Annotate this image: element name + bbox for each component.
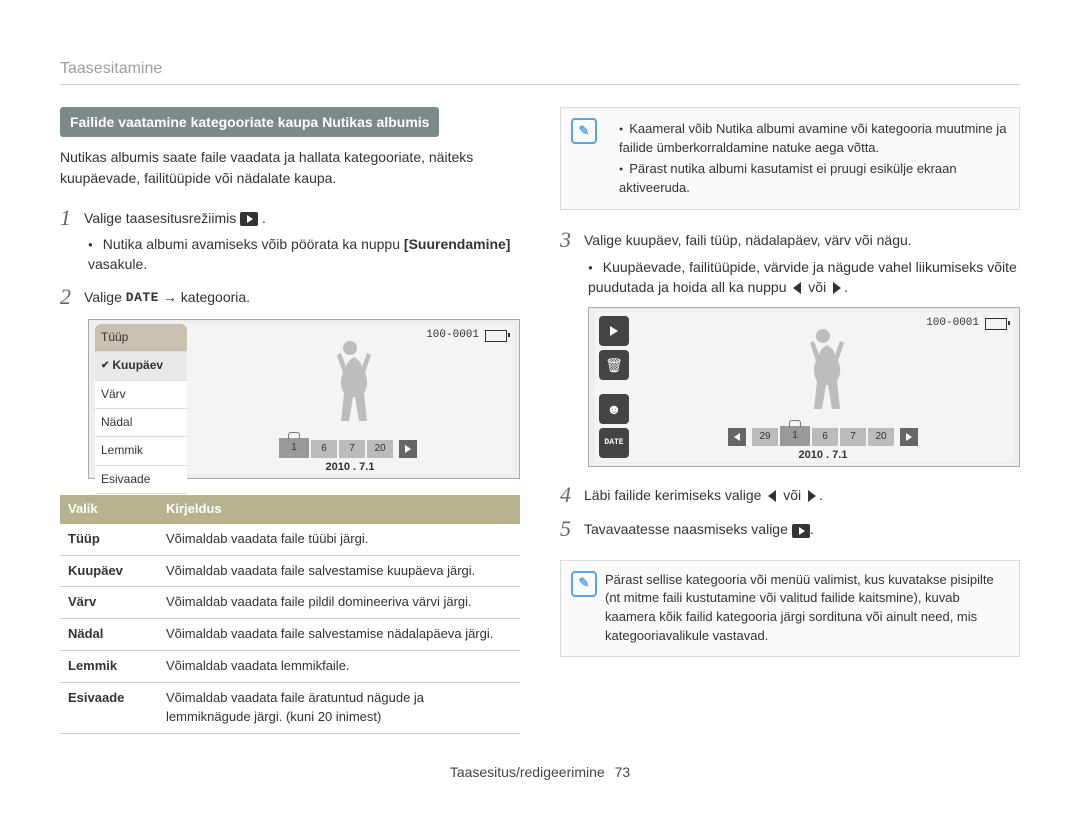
step-2-text-b: → kategooria. xyxy=(163,289,250,305)
note1-line2: Pärast nutika albumi kasutamist ei pruug… xyxy=(619,160,1007,198)
step-1-sub-c: vasakule. xyxy=(88,256,147,272)
right-arrow-icon xyxy=(830,281,844,295)
thumb[interactable]: 7 xyxy=(840,428,866,446)
step-1: 1 Valige taasesitusrežiimis . xyxy=(60,206,520,230)
note-box-2: ✎ Pärast sellise kategooria või menüü va… xyxy=(560,560,1020,657)
prev-chevron-icon[interactable] xyxy=(728,428,746,446)
thumb-active[interactable]: 1 xyxy=(279,438,309,458)
note2-text: Pärast sellise kategooria või menüü vali… xyxy=(605,571,1007,646)
left-column: Failide vaatamine kategooriate kaupa Nut… xyxy=(60,107,520,734)
step-3: 3 Valige kuupäev, faili tüüp, nädalapäev… xyxy=(560,228,1020,252)
step-4-num: 4 xyxy=(560,483,584,507)
left-arrow-icon-2 xyxy=(765,489,779,503)
table-row: LemmikVõimaldab vaadata lemmikfaile. xyxy=(60,651,520,683)
menu-item-tuup[interactable]: Tüüp xyxy=(95,324,187,352)
menu-item-kuupaev[interactable]: Kuupäev xyxy=(95,352,187,380)
thumb[interactable]: 6 xyxy=(311,440,337,458)
file-counter-2: 100-0001 xyxy=(926,316,1007,332)
menu-item-varv[interactable]: Värv xyxy=(95,381,187,409)
page-number: 73 xyxy=(615,764,631,780)
preview-silhouette-2 xyxy=(793,324,853,419)
battery-icon xyxy=(485,330,507,342)
step-3-sub-c: . xyxy=(844,279,848,295)
note-box-1: ✎ Kaameral võib Nutika albumi avamine võ… xyxy=(560,107,1020,210)
step-5-num: 5 xyxy=(560,517,584,541)
options-table: Valik Kirjeldus TüüpVõimaldab vaadata fa… xyxy=(60,495,520,734)
device-screenshot-1: Tüüp Kuupäev Värv Nädal Lemmik Esivaade … xyxy=(88,319,520,479)
left-arrow-icon xyxy=(790,281,804,295)
step-4-text-c: . xyxy=(819,487,823,503)
step-3-text: Valige kuupäev, faili tüüp, nädalapäev, … xyxy=(584,228,1020,250)
device-screenshot-2: 🗑 ☻ DATE 100-0001 xyxy=(588,307,1020,467)
thumb[interactable]: 6 xyxy=(812,428,838,446)
step-1-sub-a: Nutika albumi avamiseks võib pöörata ka … xyxy=(103,236,404,252)
menu-item-esivaade[interactable]: Esivaade xyxy=(95,466,187,494)
battery-icon-2 xyxy=(985,318,1007,330)
step-2: 2 Valige DATE → kategooria. xyxy=(60,285,520,309)
header-rule xyxy=(60,84,1020,85)
step-5: 5 Tavavaatesse naasmiseks valige . xyxy=(560,517,1020,541)
step-3-num: 3 xyxy=(560,228,584,252)
intro-text: Nutikas albumis saate faile vaadata ja h… xyxy=(60,147,520,188)
th-kirjeldus: Kirjeldus xyxy=(158,495,520,524)
next-chevron-icon-2[interactable] xyxy=(900,428,918,446)
subsection-badge: Failide vaatamine kategooriate kaupa Nut… xyxy=(60,107,439,137)
table-row: KuupäevVõimaldab vaadata faile salvestam… xyxy=(60,555,520,587)
step-5-text-a: Tavavaatesse naasmiseks valige xyxy=(584,521,792,537)
step-4-text-a: Läbi failide kerimiseks valige xyxy=(584,487,765,503)
step-5-text-b: . xyxy=(810,521,814,537)
thumb[interactable]: 20 xyxy=(868,428,894,446)
step-1-text-b: . xyxy=(262,210,266,226)
step-1-sub-b: [Suurendamine] xyxy=(404,236,511,252)
playback-icon-2 xyxy=(792,524,810,538)
step-4-text-b: või xyxy=(779,487,805,503)
page-header: Taasesitamine xyxy=(60,60,1020,78)
thumb[interactable]: 7 xyxy=(339,440,365,458)
preview-silhouette xyxy=(320,336,380,431)
footer-label: Taasesitus/redigeerimine xyxy=(450,764,605,780)
thumb[interactable]: 20 xyxy=(367,440,393,458)
table-row: EsivaadeVõimaldab vaadata faile äratuntu… xyxy=(60,682,520,733)
side-toolbar: 🗑 ☻ DATE xyxy=(595,312,633,462)
sidebar-trash-icon[interactable]: 🗑 xyxy=(599,350,629,380)
step-4: 4 Läbi failide kerimiseks valige või . xyxy=(560,483,1020,507)
sidebar-face-icon[interactable]: ☻ xyxy=(599,394,629,424)
menu-item-nadal[interactable]: Nädal xyxy=(95,409,187,437)
step-1-num: 1 xyxy=(60,206,84,230)
step-1-text-a: Valige taasesitusrežiimis xyxy=(84,210,240,226)
date-label-2: 2010 . 7.1 xyxy=(799,448,848,464)
table-row: TüüpVõimaldab vaadata faile tüübi järgi. xyxy=(60,524,520,555)
playback-icon xyxy=(240,212,258,226)
step-3-sub-b: või xyxy=(804,279,830,295)
table-row: NädalVõimaldab vaadata faile salvestamis… xyxy=(60,619,520,651)
step-3-sub: Kuupäevade, failitüüpide, värvide ja näg… xyxy=(588,257,1020,298)
counter-text-2: 100-0001 xyxy=(926,316,979,332)
date-label: 2010 . 7.1 xyxy=(326,460,375,476)
step-2-num: 2 xyxy=(60,285,84,309)
thumb[interactable]: 29 xyxy=(752,428,778,446)
category-menu: Tüüp Kuupäev Värv Nädal Lemmik Esivaade xyxy=(95,324,187,474)
step-1-sub: Nutika albumi avamiseks võib pöörata ka … xyxy=(88,234,520,275)
menu-item-lemmik[interactable]: Lemmik xyxy=(95,437,187,465)
step-2-text-a: Valige xyxy=(84,289,126,305)
date-glyph: DATE xyxy=(126,290,159,305)
info-icon: ✎ xyxy=(571,118,597,144)
sidebar-play-icon[interactable] xyxy=(599,316,629,346)
page-footer: Taasesitus/redigeerimine 73 xyxy=(60,764,1020,780)
counter-text: 100-0001 xyxy=(426,328,479,344)
right-column: ✎ Kaameral võib Nutika albumi avamine võ… xyxy=(560,107,1020,734)
th-valik: Valik xyxy=(60,495,158,524)
info-icon-2: ✎ xyxy=(571,571,597,597)
file-counter: 100-0001 xyxy=(426,328,507,344)
note1-line1: Kaameral võib Nutika albumi avamine või … xyxy=(619,120,1007,158)
table-row: VärvVõimaldab vaadata faile pildil domin… xyxy=(60,587,520,619)
sidebar-date-icon[interactable]: DATE xyxy=(599,428,629,458)
right-arrow-icon-2 xyxy=(805,489,819,503)
next-chevron-icon[interactable] xyxy=(399,440,417,458)
thumb-active[interactable]: 1 xyxy=(780,426,810,446)
